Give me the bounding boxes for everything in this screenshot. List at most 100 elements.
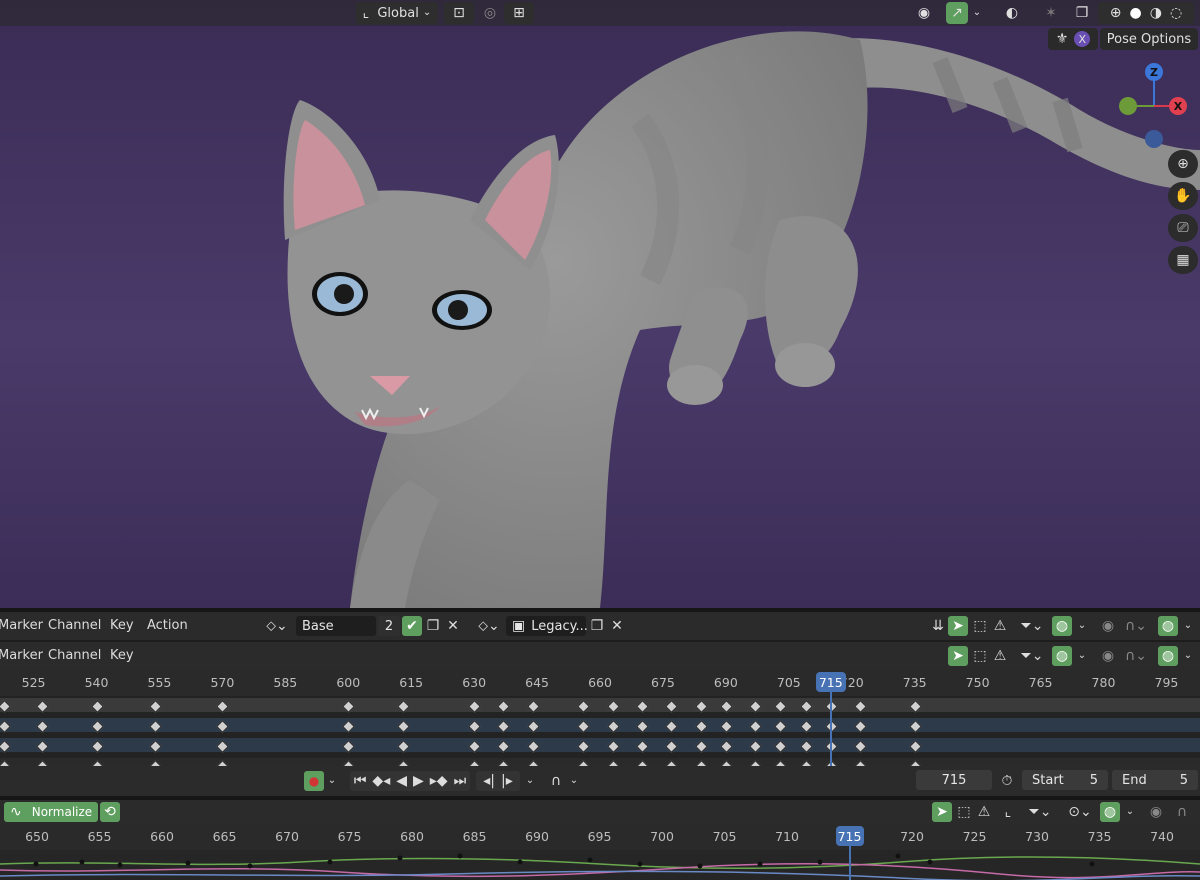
action-browse-dropdown[interactable]: ⬦⌄: [262, 616, 292, 636]
cursor-snap-toggle[interactable]: ⌞: [998, 802, 1018, 822]
only-selected-toggle[interactable]: ➤: [932, 802, 952, 822]
gizmo-toggle[interactable]: ↗: [946, 2, 968, 24]
dopesheet-frame-ruler[interactable]: 525 540 555 570 585 600 615 630 645 660 675 690 705 7…: [0, 670, 1200, 696]
current-frame-indicator[interactable]: 715: [815, 672, 846, 692]
overlay-dropdown[interactable]: ⌄: [1180, 616, 1196, 636]
dopesheet-channel-area[interactable]: [0, 696, 1200, 766]
falloff-dropdown[interactable]: ∩: [1168, 802, 1196, 822]
falloff-dropdown[interactable]: ∩⌄: [1120, 616, 1152, 636]
visibility-dropdown[interactable]: ◉: [906, 2, 942, 24]
push-down-button[interactable]: ⇊: [928, 616, 948, 636]
current-frame-field[interactable]: 715: [916, 770, 992, 790]
auto-keying-toggle[interactable]: ●: [304, 771, 324, 791]
proportional-edit-toggle[interactable]: ◉: [1146, 802, 1166, 822]
gizmo-z-negative-axis[interactable]: [1145, 130, 1163, 148]
filters-dropdown[interactable]: ⏷⌄: [1016, 646, 1048, 666]
action-name-field[interactable]: ▣ Legacy...: [506, 616, 588, 636]
overlay-toggle[interactable]: ◍: [1158, 616, 1178, 636]
mirror-toggle-group[interactable]: ⚜ X: [1048, 28, 1098, 50]
pan-button[interactable]: ✋: [1168, 182, 1198, 210]
zoom-button[interactable]: ⊕: [1168, 150, 1198, 178]
transport-controls[interactable]: ⏮ ◆◂ ◀ ▶ ▸◆ ⏭: [350, 771, 470, 791]
proportional-edit-toggle[interactable]: ◉: [1098, 616, 1118, 636]
snap-target-dropdown[interactable]: ⊞: [504, 2, 534, 24]
cursor-arrow-icon: ➤: [952, 618, 964, 634]
gizmo-x-axis[interactable]: X: [1169, 97, 1187, 115]
normalize-toggle[interactable]: ∿ Normalize: [4, 802, 98, 822]
only-errors-toggle[interactable]: ⚠: [990, 616, 1010, 636]
layer-name-field[interactable]: Base: [296, 616, 376, 636]
start-frame-field[interactable]: Start 5: [1022, 770, 1108, 790]
jump-to-end-icon[interactable]: ⏭: [454, 774, 467, 788]
auto-snap-toggle[interactable]: ◍: [1052, 646, 1072, 666]
shading-mode-group[interactable]: ⊕ ● ◑ ◌: [1098, 2, 1194, 24]
jump-to-start-icon[interactable]: ⏮: [354, 774, 367, 788]
show-hidden-toggle[interactable]: ⬚: [970, 646, 990, 666]
auto-snap-dropdown[interactable]: ⌄: [1122, 802, 1138, 822]
show-hidden-toggle[interactable]: ⬚: [970, 616, 990, 636]
chevron-down-icon: ⌄: [1183, 650, 1193, 661]
pivot-point-dropdown[interactable]: ⊡: [444, 2, 474, 24]
previous-keyframe-icon[interactable]: ◆◂: [372, 774, 390, 788]
menu-key[interactable]: Key: [110, 648, 134, 663]
duplicate-action-button[interactable]: ❐: [588, 616, 606, 636]
menu-channel[interactable]: Channel: [48, 618, 101, 633]
overlay-dropdown[interactable]: ⌄: [1180, 646, 1196, 666]
unlink-layer-button[interactable]: ✕: [444, 616, 462, 636]
auto-normalize-button[interactable]: ⟲: [100, 802, 120, 822]
end-frame-field[interactable]: End 5: [1112, 770, 1198, 790]
graph-frame-ruler[interactable]: 650 655 660 665 670 675 680 685 690 695 700 705 710 7…: [0, 824, 1200, 850]
jump-back-icon[interactable]: ◂|: [483, 774, 495, 788]
gizmo-y-negative-axis[interactable]: [1119, 97, 1137, 115]
menu-action[interactable]: Action: [147, 618, 188, 633]
pose-options-dropdown[interactable]: Pose Options: [1100, 28, 1198, 50]
3d-viewport[interactable]: ⌞ Global ⌄ ⊡ ◎ ⊞ ◉ ↗ ⌄ ◐ ✶ ❐ ⊕ ● ◑ ◌ ⚜ X…: [0, 0, 1200, 608]
only-selected-toggle[interactable]: ➤: [948, 646, 968, 666]
layer-users-count[interactable]: 2: [378, 616, 400, 636]
menu-channel[interactable]: Channel: [48, 648, 101, 663]
gizmo-dropdown[interactable]: ⌄: [968, 2, 986, 24]
gizmo-z-axis[interactable]: Z: [1145, 63, 1163, 81]
pivot-dropdown[interactable]: ⊙⌄: [1064, 802, 1096, 822]
fake-user-toggle[interactable]: ✔: [402, 616, 422, 636]
frame-tick-label: 705: [712, 829, 737, 844]
jump-keyframe-group[interactable]: ◂| |▸: [476, 771, 520, 791]
only-selected-toggle[interactable]: ➤: [948, 616, 968, 636]
show-hidden-toggle[interactable]: ⬚: [954, 802, 974, 822]
snap-playhead-toggle[interactable]: ∩: [546, 771, 566, 791]
playback-dropdown[interactable]: ⌄: [522, 771, 538, 791]
next-keyframe-icon[interactable]: ▸◆: [430, 774, 448, 788]
auto-snap-toggle[interactable]: ◍: [1100, 802, 1120, 822]
keying-dropdown[interactable]: ⌄: [324, 771, 340, 791]
auto-snap-dropdown[interactable]: ⌄: [1074, 616, 1090, 636]
filters-dropdown[interactable]: ⏷⌄: [1016, 616, 1048, 636]
only-errors-toggle[interactable]: ⚠: [990, 646, 1010, 666]
snap-toggle[interactable]: ◎: [478, 2, 502, 24]
play-icon[interactable]: ▶: [413, 774, 424, 788]
snap-playhead-dropdown[interactable]: ⌄: [566, 771, 582, 791]
only-errors-toggle[interactable]: ⚠: [974, 802, 994, 822]
filters-dropdown[interactable]: ⏷⌄: [1024, 802, 1056, 822]
proportional-edit-toggle[interactable]: ◉: [1098, 646, 1118, 666]
jump-forward-icon[interactable]: |▸: [501, 774, 513, 788]
transform-orientation-dropdown[interactable]: ⌞ Global ⌄: [356, 2, 438, 24]
auto-snap-dropdown[interactable]: ⌄: [1074, 646, 1090, 666]
menu-marker[interactable]: Marker: [0, 648, 43, 663]
overlays-dropdown[interactable]: ◐: [992, 2, 1032, 24]
menu-marker[interactable]: Marker: [0, 618, 43, 633]
xray-toggle[interactable]: ❐: [1070, 2, 1094, 24]
bone-overlay-toggle[interactable]: ✶: [1036, 2, 1066, 24]
falloff-dropdown[interactable]: ∩⌄: [1120, 646, 1152, 666]
graph-curve-area[interactable]: [0, 850, 1200, 880]
menu-key[interactable]: Key: [110, 618, 134, 633]
play-reverse-icon[interactable]: ◀: [396, 774, 407, 788]
unlink-action-button[interactable]: ✕: [608, 616, 626, 636]
auto-snap-toggle[interactable]: ◍: [1052, 616, 1072, 636]
perspective-toggle-button[interactable]: ▦: [1168, 246, 1198, 274]
current-frame-indicator[interactable]: 715: [835, 826, 864, 846]
duplicate-layer-button[interactable]: ❐: [424, 616, 442, 636]
overlay-toggle[interactable]: ◍: [1158, 646, 1178, 666]
camera-view-button[interactable]: ⎚: [1168, 214, 1198, 242]
action-slot-dropdown[interactable]: ⬦⌄: [474, 616, 504, 636]
use-preview-range-toggle[interactable]: ⏱: [996, 771, 1018, 791]
